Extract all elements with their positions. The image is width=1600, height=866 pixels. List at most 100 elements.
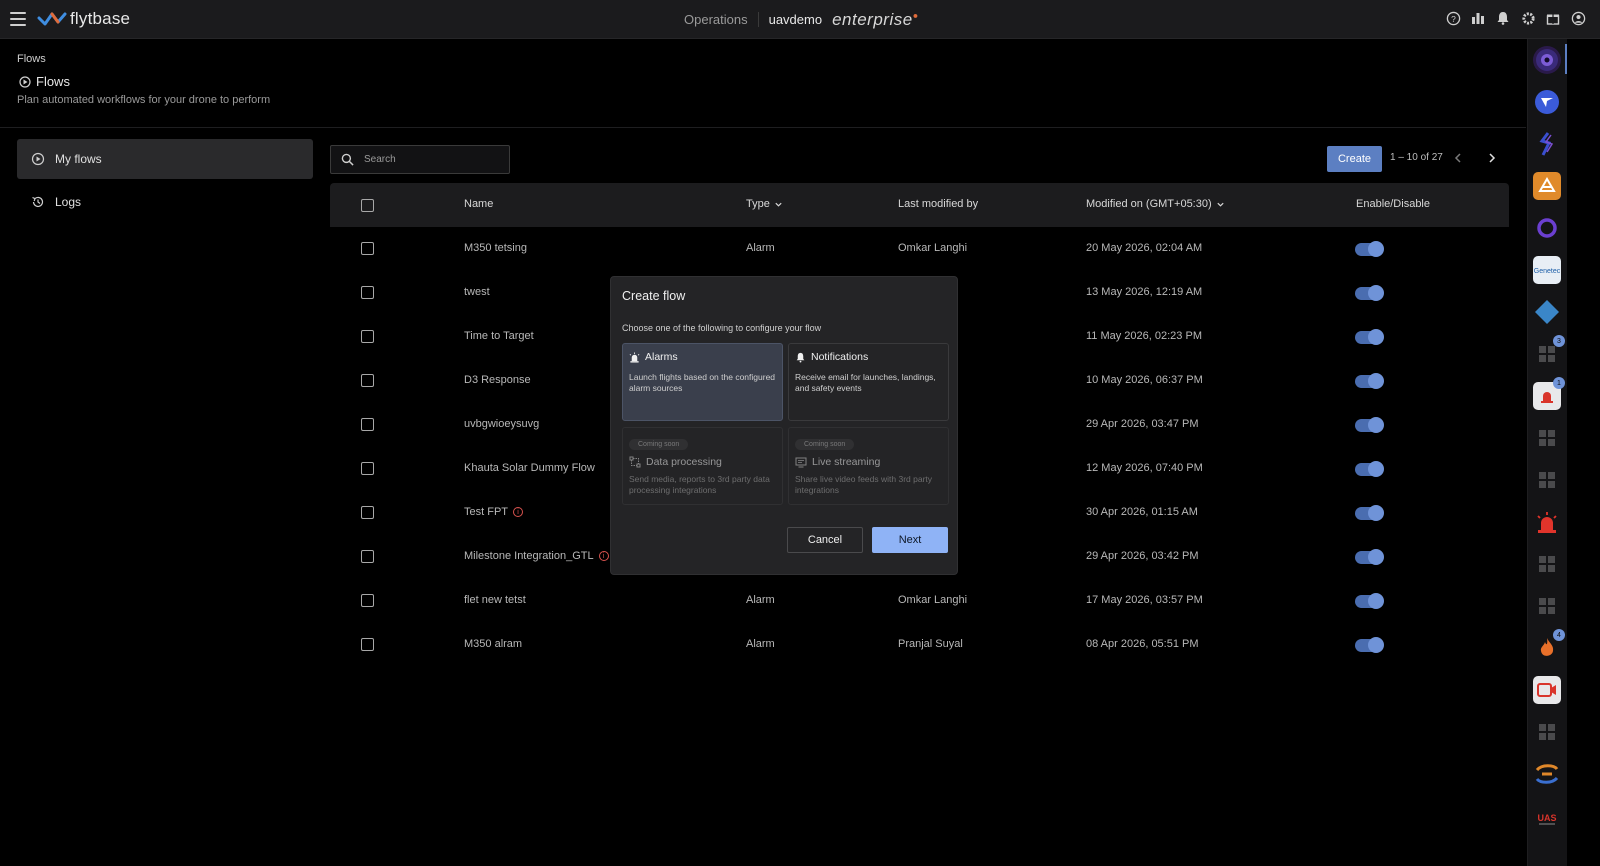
enable-toggle[interactable]: [1355, 593, 1384, 609]
row-checkbox[interactable]: [361, 594, 374, 607]
divider: [0, 127, 1526, 128]
column-name[interactable]: Name: [464, 198, 493, 210]
modified-on: 10 May 2026, 06:37 PM: [1086, 374, 1203, 386]
cancel-button[interactable]: Cancel: [787, 527, 863, 553]
integration-grid-icon[interactable]: [1533, 550, 1561, 578]
integration-ring-icon[interactable]: [1533, 214, 1561, 242]
row-checkbox[interactable]: [361, 418, 374, 431]
enable-toggle[interactable]: [1355, 549, 1384, 565]
enable-toggle[interactable]: [1355, 417, 1384, 433]
row-checkbox[interactable]: [361, 242, 374, 255]
enable-toggle[interactable]: [1355, 637, 1384, 653]
row-checkbox[interactable]: [361, 550, 374, 563]
table-row[interactable]: M350 tetsing Alarm Omkar Langhi 20 May 2026…: [330, 227, 1509, 271]
flow-name-text: D3 Response: [464, 374, 531, 386]
row-checkbox[interactable]: [361, 286, 374, 299]
row-checkbox[interactable]: [361, 330, 374, 343]
integration-siren-icon[interactable]: [1533, 508, 1561, 536]
modified-by-text: Pranjal Suyal: [898, 638, 963, 650]
table-row[interactable]: flet new tetst Alarm Omkar Langhi 17 May 20…: [330, 579, 1509, 623]
flow-name-text: Time to Target: [464, 330, 534, 342]
option-notifications[interactable]: Notifications Receive email for launches…: [788, 343, 949, 421]
modified-by: Pranjal Suyal: [898, 638, 963, 650]
enable-toggle[interactable]: [1355, 329, 1384, 345]
flow-name: flet new tetst: [464, 594, 526, 606]
flow-name-text: uvbgwioeysuvg: [464, 418, 540, 430]
chevron-right-icon[interactable]: [1486, 151, 1498, 165]
data-processing-icon: [629, 456, 641, 468]
row-checkbox[interactable]: [361, 506, 374, 519]
option-description: Receive email for launches, landings, an…: [795, 372, 936, 393]
integration-send-icon[interactable]: [1533, 88, 1561, 116]
breadcrumb[interactable]: Flows: [17, 53, 46, 65]
pagination-info: 1 – 10 of 27: [1390, 152, 1443, 163]
table-row[interactable]: M350 alram Alarm Pranjal Suyal 08 Apr 2026,…: [330, 623, 1509, 667]
sidebar-item-my-flows[interactable]: My flows: [17, 139, 313, 179]
logo-text: flytbase: [70, 9, 131, 28]
svg-text:?: ?: [1451, 13, 1456, 23]
row-checkbox[interactable]: [361, 462, 374, 475]
option-description: Share live video feeds with 3rd party in…: [795, 474, 933, 495]
column-modified-on[interactable]: Modified on (GMT+05:30): [1086, 198, 1225, 210]
integration-signal-icon[interactable]: [1533, 130, 1561, 158]
integration-video-icon[interactable]: [1533, 676, 1561, 704]
user-icon[interactable]: [1570, 10, 1586, 26]
integration-diamond-icon[interactable]: [1533, 298, 1561, 326]
page-title: Flows: [19, 74, 70, 89]
option-title: Data processing: [646, 456, 722, 468]
coming-soon-badge: Coming soon: [629, 439, 689, 450]
next-button[interactable]: Next: [872, 527, 948, 553]
logo[interactable]: flytbase: [37, 9, 130, 29]
modified-on-text: 30 Apr 2026, 01:15 AM: [1086, 506, 1198, 518]
info-icon[interactable]: i: [598, 551, 609, 561]
modified-on-text: 11 May 2026, 02:23 PM: [1086, 330, 1202, 342]
enable-toggle[interactable]: [1355, 285, 1384, 301]
integration-grid-icon[interactable]: [1533, 718, 1561, 746]
integration-grid-icon[interactable]: [1533, 592, 1561, 620]
bell-icon[interactable]: [1495, 10, 1511, 26]
enable-toggle[interactable]: [1355, 461, 1384, 477]
flow-name-text: Test FPT: [464, 506, 509, 518]
flow-name-text: M350 alram: [464, 638, 523, 650]
column-label: Last modified by: [898, 198, 979, 210]
enable-toggle[interactable]: [1355, 505, 1384, 521]
integration-orange-icon[interactable]: [1533, 172, 1561, 200]
integration-grid-icon[interactable]: [1533, 466, 1561, 494]
menu-icon[interactable]: [10, 12, 26, 26]
search-box: [330, 145, 510, 174]
integration-grid-icon[interactable]: [1533, 424, 1561, 452]
info-icon[interactable]: i: [513, 507, 524, 517]
row-checkbox[interactable]: [361, 374, 374, 387]
option-title: Live streaming: [812, 456, 881, 468]
integration-avatar-icon[interactable]: [1533, 46, 1561, 74]
analytics-icon[interactable]: [1470, 10, 1486, 26]
flow-type: Alarm: [746, 594, 775, 606]
column-last-modified-by[interactable]: Last modified by: [898, 198, 978, 210]
modified-on-text: 29 Apr 2026, 03:42 PM: [1086, 550, 1199, 562]
row-checkbox[interactable]: [361, 638, 374, 651]
chevron-left-icon[interactable]: [1452, 151, 1464, 165]
enable-toggle[interactable]: [1355, 373, 1384, 389]
integration-uas-icon[interactable]: UAS: [1533, 804, 1561, 832]
modified-on: 11 May 2026, 02:23 PM: [1086, 330, 1202, 342]
gear-icon[interactable]: [1520, 10, 1536, 26]
select-all-checkbox[interactable]: [361, 199, 374, 212]
create-button[interactable]: Create: [1327, 146, 1382, 172]
operations-link[interactable]: Operations: [684, 12, 759, 27]
help-icon[interactable]: ?: [1445, 10, 1461, 26]
integration-swirl-icon[interactable]: [1533, 760, 1561, 788]
search-input[interactable]: [364, 154, 494, 165]
integration-genetec-icon[interactable]: Genetec: [1533, 256, 1561, 284]
option-description: Launch flights based on the configured a…: [629, 372, 776, 393]
modified-on-text: 08 Apr 2026, 05:51 PM: [1086, 638, 1199, 650]
modified-on: 17 May 2026, 03:57 PM: [1086, 594, 1203, 606]
gift-icon[interactable]: [1545, 10, 1561, 26]
sidebar-item-logs[interactable]: Logs: [17, 182, 313, 222]
header-icons: ?: [1445, 10, 1586, 26]
org-name: uavdemo: [768, 12, 823, 27]
flow-name-text: Milestone Integration_GTL: [464, 550, 594, 562]
enable-toggle[interactable]: [1355, 241, 1384, 257]
column-type[interactable]: Type: [746, 198, 783, 210]
flow-type-text: Alarm: [746, 594, 775, 606]
option-alarms[interactable]: Alarms Launch flights based on the confi…: [622, 343, 783, 421]
